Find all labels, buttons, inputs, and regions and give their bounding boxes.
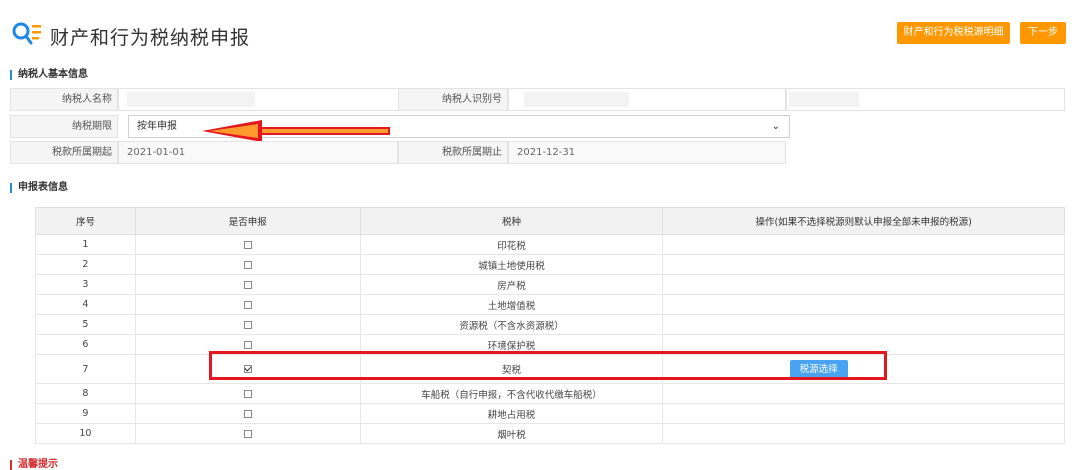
- chevron-down-icon: ⌄: [771, 121, 780, 132]
- taxpayer-name-field: [118, 88, 408, 111]
- table-row: 9 耕地占用税: [35, 403, 1065, 424]
- table-row-selected: 7 契税 税源选择: [35, 354, 1065, 384]
- search-list-icon: [12, 22, 41, 45]
- row-number: 9: [35, 403, 136, 424]
- tax-source-detail-button[interactable]: 财产和行为税税源明细: [897, 22, 1010, 44]
- tax-type-cell: 城镇土地使用税: [359, 254, 664, 275]
- page-header: 财产和行为税纳税申报 财产和行为税税源明细 下一步: [0, 0, 1080, 62]
- action-cell: [662, 334, 1065, 355]
- action-cell: [662, 294, 1065, 315]
- row-number: 10: [35, 423, 136, 444]
- period-start-label: 税款所属期起: [10, 141, 118, 164]
- tax-type-cell: 车船税（自行申报，不含代收代缴车船税）: [359, 383, 664, 404]
- tax-type-cell: 房产税: [359, 274, 664, 295]
- table-row: 10 烟叶税: [35, 423, 1065, 444]
- action-cell: [662, 403, 1065, 424]
- table-row: 8 车船税（自行申报，不含代收代缴车船税）: [35, 383, 1065, 404]
- row-number: 8: [35, 383, 136, 404]
- table-row: 3 房产税: [35, 274, 1065, 295]
- declare-checkbox[interactable]: [243, 280, 252, 289]
- tax-type-cell: 印花税: [359, 234, 664, 255]
- table-row: 6 环境保护税: [35, 334, 1065, 355]
- tax-type-cell: 资源税（不含水资源税）: [359, 314, 664, 335]
- next-step-button[interactable]: 下一步: [1020, 22, 1066, 44]
- declare-cell: [134, 314, 361, 335]
- row-number: 7: [35, 354, 136, 384]
- declare-cell: [134, 354, 361, 384]
- declare-checkbox[interactable]: [243, 409, 252, 418]
- action-cell: [662, 423, 1065, 444]
- declare-checkbox[interactable]: [243, 389, 252, 398]
- tax-type-cell: 土地增值税: [359, 294, 664, 315]
- taxpayer-name-label: 纳税人名称: [10, 88, 118, 111]
- period-select-value: 按年申报: [137, 121, 177, 132]
- period-row: 纳税期限 按年申报 ⌄: [10, 115, 790, 138]
- table-row: 5 资源税（不含水资源税）: [35, 314, 1065, 335]
- declare-cell: [134, 423, 361, 444]
- period-start-value: 2021-01-01: [118, 141, 398, 164]
- declare-cell: [134, 294, 361, 315]
- column-header-tax-type: 税种: [359, 207, 664, 235]
- column-header-number: 序号: [35, 207, 136, 235]
- row-number: 2: [35, 254, 136, 275]
- period-end-value: 2021-12-31: [508, 141, 786, 164]
- column-header-declare: 是否申报: [134, 207, 361, 235]
- declare-checkbox[interactable]: [243, 320, 252, 329]
- declare-cell: [134, 383, 361, 404]
- tax-type-cell: 耕地占用税: [359, 403, 664, 424]
- action-cell: [662, 314, 1065, 335]
- row-number: 6: [35, 334, 136, 355]
- declare-checkbox[interactable]: [243, 240, 252, 249]
- declare-cell: [134, 403, 361, 424]
- declare-cell: [134, 234, 361, 255]
- declare-cell: [134, 254, 361, 275]
- redacted-block: [524, 92, 629, 107]
- table-header-row: 序号 是否申报 税种 操作(如果不选择税源则默认申报全部未申报的税源): [35, 207, 1065, 235]
- declare-checkbox-checked[interactable]: [243, 365, 252, 373]
- redacted-block: [789, 92, 859, 107]
- tax-type-cell: 契税: [359, 354, 664, 384]
- basic-info-section-title: 纳税人基本信息: [10, 70, 88, 80]
- tax-type-cell: 环境保护税: [359, 334, 664, 355]
- period-end-label: 税款所属期止: [398, 141, 508, 164]
- tax-source-select-button[interactable]: 税源选择: [789, 359, 848, 379]
- taxpayer-id-field: [508, 88, 786, 111]
- action-cell: 税源选择: [662, 354, 1065, 384]
- table-row: 4 土地增值税: [35, 294, 1065, 315]
- declare-cell: [134, 274, 361, 295]
- declare-checkbox[interactable]: [243, 260, 252, 269]
- table-row: 2 城镇土地使用税: [35, 254, 1065, 275]
- taxpayer-id-label: 纳税人识别号: [398, 88, 508, 111]
- declare-checkbox[interactable]: [243, 300, 252, 309]
- taxpayer-row: 纳税人名称 纳税人识别号: [10, 88, 1065, 111]
- page-title: 财产和行为税纳税申报: [50, 27, 251, 49]
- declare-checkbox[interactable]: [243, 340, 252, 349]
- column-header-action: 操作(如果不选择税源则默认申报全部未申报的税源): [662, 207, 1065, 235]
- tips-section-title: 温馨提示: [10, 460, 58, 470]
- row-number: 4: [35, 294, 136, 315]
- tax-type-cell: 烟叶税: [359, 423, 664, 444]
- declare-checkbox[interactable]: [243, 429, 252, 438]
- report-table: 序号 是否申报 税种 操作(如果不选择税源则默认申报全部未申报的税源) 1 印花…: [35, 207, 1065, 444]
- report-section-title: 申报表信息: [10, 183, 68, 193]
- action-cell: [662, 274, 1065, 295]
- table-row: 1 印花税: [35, 234, 1065, 255]
- period-range-row: 税款所属期起 2021-01-01 税款所属期止 2021-12-31: [10, 141, 786, 164]
- redacted-block: [127, 92, 255, 107]
- declare-cell: [134, 334, 361, 355]
- action-cell: [662, 254, 1065, 275]
- row-number: 1: [35, 234, 136, 255]
- action-cell: [662, 234, 1065, 255]
- period-label: 纳税期限: [10, 115, 118, 138]
- action-cell: [662, 383, 1065, 404]
- row-number: 3: [35, 274, 136, 295]
- row-number: 5: [35, 314, 136, 335]
- extra-field: [786, 88, 1065, 111]
- annotation-arrow-icon: [202, 120, 390, 142]
